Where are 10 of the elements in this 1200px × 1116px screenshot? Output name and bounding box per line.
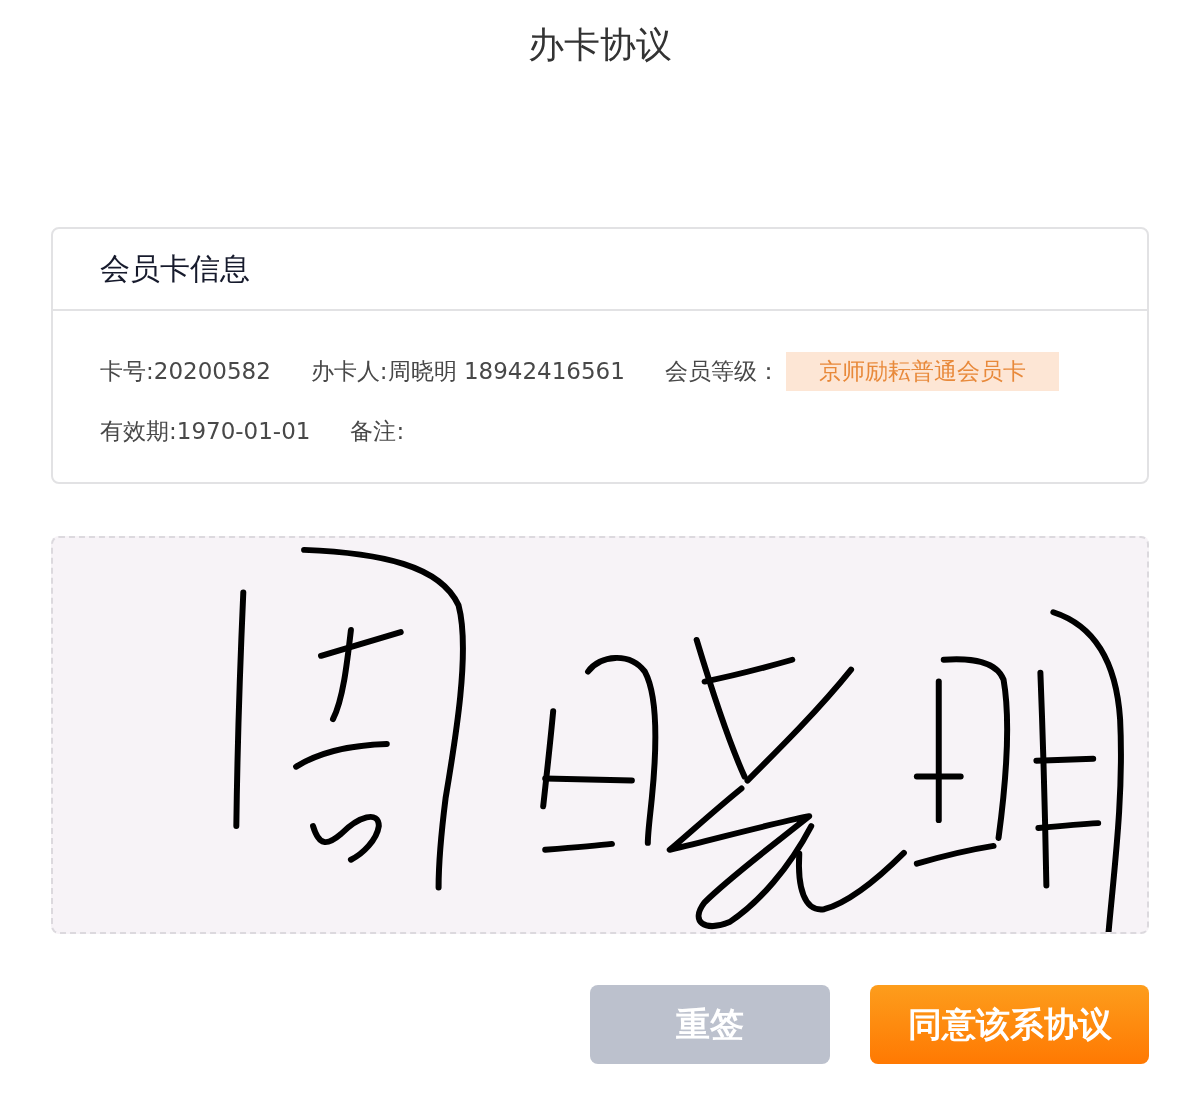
info-text: 备注: [350, 416, 405, 446]
resign-button[interactable]: 重签 [590, 985, 830, 1064]
agree-button[interactable]: 同意该系协议 [870, 985, 1149, 1064]
info-text: 办卡人:周晓明 18942416561 [310, 356, 625, 386]
card-title: 会员卡信息 [100, 249, 250, 288]
info-text: 有效期:1970-01-01 [100, 416, 311, 446]
level-badge: 京师励耘普通会员卡 [785, 351, 1059, 391]
info-text: 卡号:20200582 [100, 356, 271, 386]
page-title: 办卡协议 [527, 23, 673, 67]
info-label: 会员等级： [664, 356, 780, 386]
